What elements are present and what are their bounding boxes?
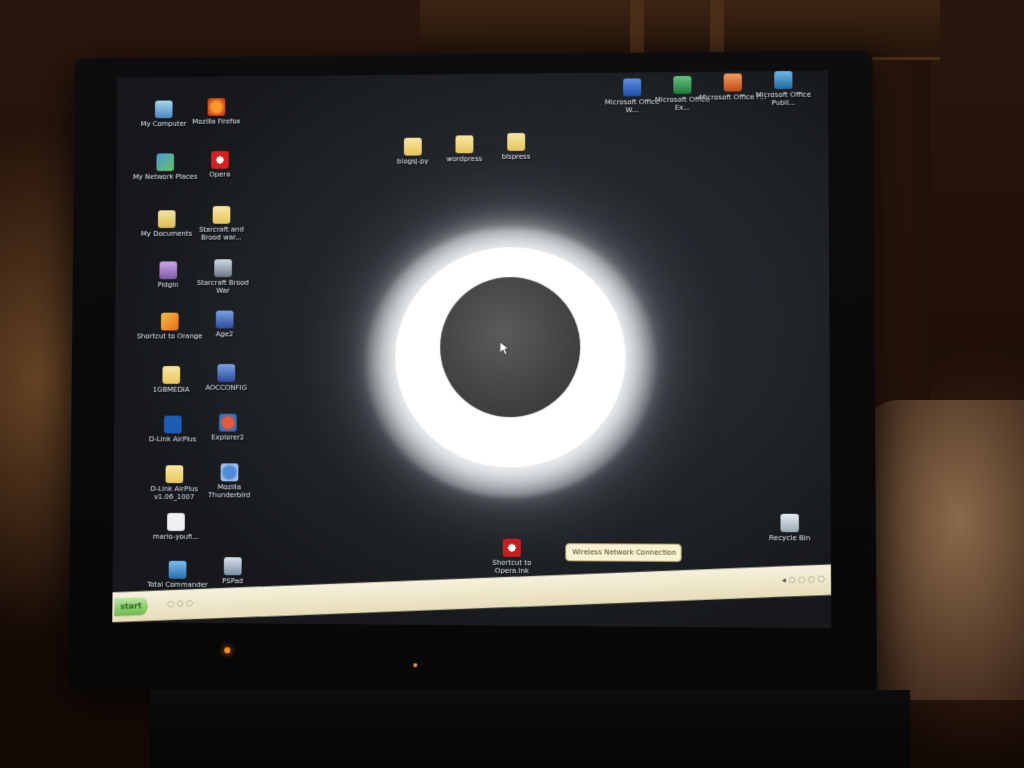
network-places-icon [156,153,175,172]
desktop-icon-recycle-bin[interactable]: Recycle Bin [755,513,825,543]
desktop-icon-opera[interactable]: Opera [187,150,254,179]
desktop-screen[interactable]: My Computer Mozilla Firefox My Network P… [112,70,832,629]
tray-icons: ◂ ◌ ◌ ◌ ◌ [781,573,825,585]
start-label: start [120,601,142,612]
folder-icon [212,206,231,224]
folder-icon [507,132,526,151]
desktop-icon-pspad[interactable]: PSPad [199,557,266,585]
recycle-bin-icon [780,513,799,533]
shortcut-icon [160,312,179,331]
icon-label: My Computer [140,119,187,129]
total-commander-icon [168,560,187,579]
desktop-icon-thunderbird[interactable]: Mozilla Thunderbird [196,463,263,499]
status-led-icon [413,663,418,668]
explorer-icon [218,413,237,432]
publisher-icon [774,70,793,90]
icon-label: D-Link AirPlus [148,435,197,444]
desktop-icon-explorer2[interactable]: Explorer2 [194,413,261,442]
pspad-icon [223,557,242,576]
power-led-icon [224,647,231,654]
desktop-icon-publisher[interactable]: Microsoft Office Publi... [749,70,818,108]
icon-label: Microsoft Office Publi... [755,90,812,108]
icon-label: Pidgin [157,281,179,290]
desktop-icon-mario[interactable]: mario-youfi... [142,512,209,542]
icon-label: mario-youfi... [152,532,199,542]
shelf-post [630,0,644,60]
config-icon [217,364,236,382]
icon-label: Mozilla Thunderbird [208,483,251,500]
excel-icon [673,75,692,94]
icon-label: Mozilla Firefox [192,117,241,126]
balloon-text: Wireless Network Connection [572,548,677,557]
icon-label: AOCCONFIG [205,383,247,392]
pidgin-icon [159,261,178,280]
opera-icon [211,150,229,169]
word-icon [623,78,642,97]
icon-label: Recycle Bin [769,534,811,543]
icon-label: Starcraft and Brood war... [198,225,244,242]
folder-icon [403,137,422,156]
wallpaper-eclipse-moon [439,276,581,418]
notification-balloon[interactable]: Wireless Network Connection [565,543,682,562]
age-of-empires-icon [215,310,234,329]
my-computer-icon [154,100,173,119]
desktop-icon-folder-3[interactable]: blspress [482,132,550,161]
folder-icon [165,465,184,484]
icon-label: blogsj-py [397,157,429,166]
monitor-bezel: My Computer Mozilla Firefox My Network P… [68,50,878,699]
opera-shortcut-icon [502,538,521,557]
thunderbird-icon [220,463,239,482]
icon-label: PSPad [222,577,244,586]
icon-label: wordpress [446,155,483,164]
desktop-icon-aocconfig[interactable]: AOCCONFIG [193,364,260,392]
desktop-icon-age2[interactable]: Age2 [191,310,258,339]
firefox-icon [207,98,226,116]
icon-label: blspress [501,152,531,161]
dlink-icon [163,415,182,434]
icon-label: Explorer2 [211,433,245,442]
desktop-icon-opera-shortcut[interactable]: Shortcut to Opera.lnk [478,538,546,576]
mouse-cursor-icon [500,341,510,356]
desktop-icon-starcraft[interactable]: Starcraft Brood War [190,259,257,295]
folder-icon [162,366,181,384]
icon-label: My Documents [141,229,193,238]
start-button[interactable]: start [114,596,148,617]
icon-label: Shortcut to Opera.lnk [492,558,532,576]
starcraft-icon [214,259,232,278]
icon-label: 1GBMEDIA [152,385,190,394]
folder-icon [455,135,474,154]
icon-label: Opera [209,170,231,179]
keyboard [150,690,910,768]
bookshelf-side [870,60,930,440]
quick-launch-bar[interactable]: ◌ ◌ ◌ [167,598,193,608]
powerpoint-icon [723,73,742,92]
desktop-icon-firefox[interactable]: Mozilla Firefox [183,98,250,126]
icon-label: Starcraft Brood War [196,278,250,295]
icon-label: D-Link AirPlus v1.06_1007 [150,485,199,502]
desktop-icon-starcraft-folder[interactable]: Starcraft and Brood war... [188,206,255,242]
my-documents-icon [157,210,176,229]
document-icon [167,512,185,531]
icon-label: Age2 [215,330,234,339]
quick-launch-icons: ◌ ◌ ◌ [167,598,194,609]
fabric [860,400,1024,700]
system-tray[interactable]: ◂ ◌ ◌ ◌ ◌ [782,574,825,585]
